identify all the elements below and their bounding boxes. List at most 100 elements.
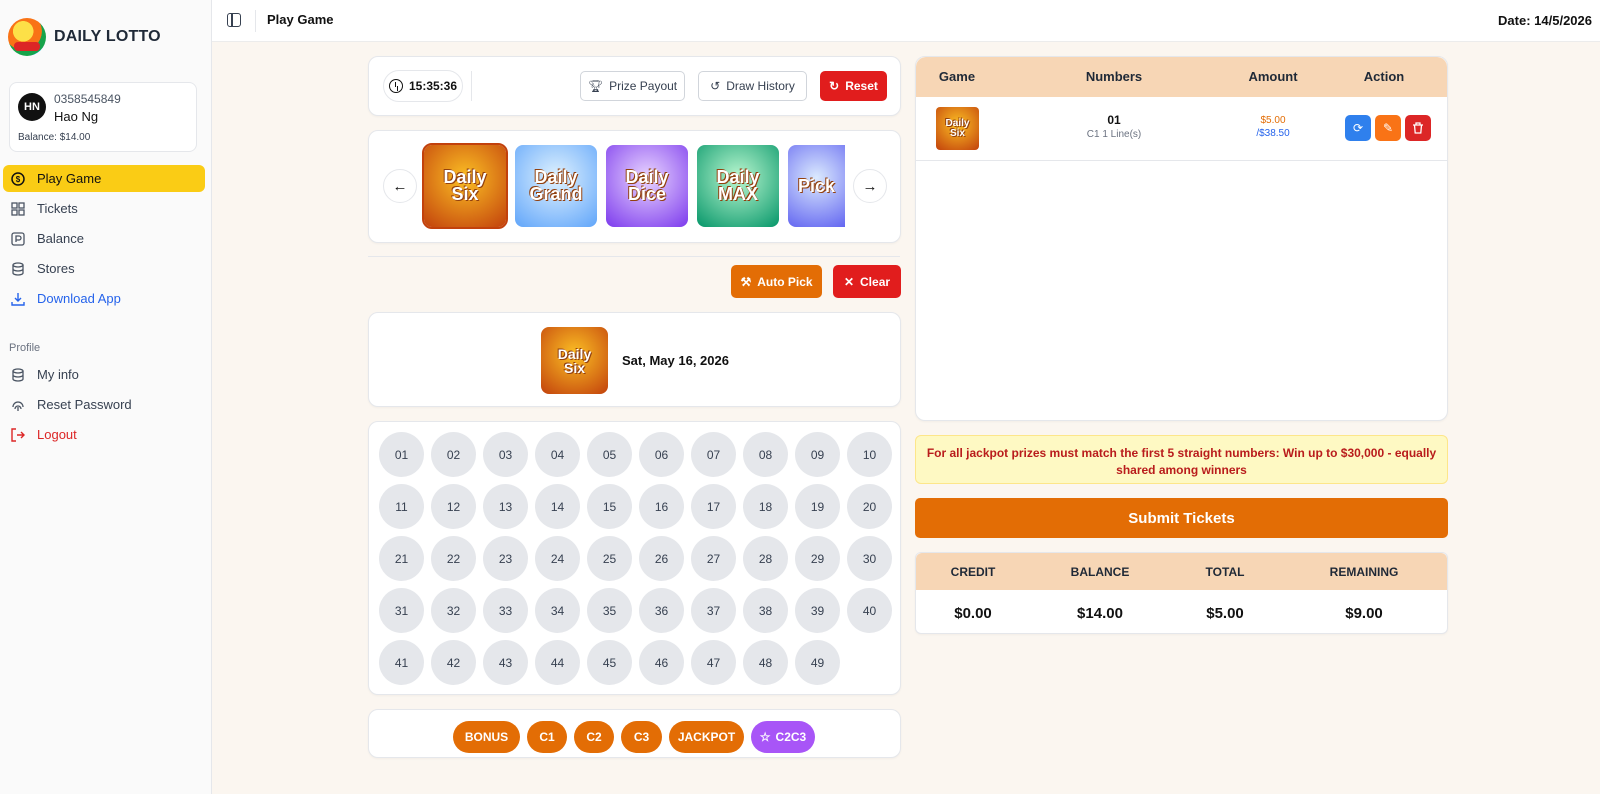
sidebar-item-balance[interactable]: Balance (3, 225, 205, 252)
number-ball[interactable]: 08 (743, 432, 788, 477)
number-ball[interactable]: 04 (535, 432, 580, 477)
sidebar-item-reset-password[interactable]: Reset Password (3, 391, 205, 418)
number-ball[interactable]: 10 (847, 432, 892, 477)
daily-lotto-logo (8, 18, 46, 56)
sidebar-item-play-game[interactable]: $ Play Game (3, 165, 205, 192)
ticket-game-image: Daily Six (936, 107, 979, 150)
bet-type-c2[interactable]: C2 (574, 721, 614, 753)
fingerprint-icon (11, 398, 25, 412)
sidebar-item-logout[interactable]: Logout (3, 421, 205, 448)
number-ball[interactable]: 19 (795, 484, 840, 529)
number-ball[interactable]: 45 (587, 640, 632, 685)
refresh-ticket-button[interactable]: ⟳ (1345, 115, 1371, 141)
bet-type-c3[interactable]: C3 (621, 721, 662, 753)
edit-ticket-button[interactable]: ✎ (1375, 115, 1401, 141)
number-ball[interactable]: 26 (639, 536, 684, 581)
game-tile-daily-six[interactable]: Daily Six (422, 143, 508, 229)
number-ball[interactable]: 03 (483, 432, 528, 477)
number-grid: 01 02 03 04 05 06 07 08 09 10 11 12 13 14 15 16 17 18 19 20… (368, 421, 901, 695)
carousel-next-button[interactable]: → (853, 169, 887, 203)
number-ball[interactable]: 47 (691, 640, 736, 685)
number-ball[interactable]: 07 (691, 432, 736, 477)
prize-payout-button[interactable]: 🏆︎ Prize Payout (580, 71, 685, 101)
delete-ticket-button[interactable] (1405, 115, 1431, 141)
sidebar-item-tickets[interactable]: Tickets (3, 195, 205, 222)
number-ball[interactable]: 01 (379, 432, 424, 477)
auto-pick-button[interactable]: ⚒︎ Auto Pick (731, 265, 822, 298)
number-ball[interactable]: 34 (535, 588, 580, 633)
number-ball[interactable]: 29 (795, 536, 840, 581)
ticket-detail: C1 1 Line(s) (1086, 129, 1142, 140)
number-ball[interactable]: 21 (379, 536, 424, 581)
number-ball[interactable]: 15 (587, 484, 632, 529)
number-ball[interactable]: 49 (795, 640, 840, 685)
number-ball[interactable]: 24 (535, 536, 580, 581)
brand-name: DAILY LOTTO (54, 28, 161, 45)
bet-type-c2c3[interactable]: ☆ C2C3 (751, 721, 815, 753)
number-ball[interactable]: 22 (431, 536, 476, 581)
number-ball[interactable]: 38 (743, 588, 788, 633)
number-ball[interactable]: 39 (795, 588, 840, 633)
ticket-amount-total: /$38.50 (1256, 128, 1290, 139)
number-ball[interactable]: 44 (535, 640, 580, 685)
number-ball[interactable]: 30 (847, 536, 892, 581)
number-ball[interactable]: 06 (639, 432, 684, 477)
game-tile-daily-max[interactable]: Daily MAX (697, 145, 779, 227)
number-ball[interactable]: 32 (431, 588, 476, 633)
summary-header: CREDIT BALANCE TOTAL REMAINING (916, 553, 1447, 590)
close-icon: ✕ (843, 274, 855, 289)
number-ball[interactable]: 27 (691, 536, 736, 581)
bet-type-bonus[interactable]: BONUS (453, 721, 520, 753)
divider (471, 71, 472, 101)
number-ball[interactable]: 18 (743, 484, 788, 529)
number-ball[interactable]: 48 (743, 640, 788, 685)
selected-game-image: Daily Six (541, 327, 608, 394)
sidebar-item-label: Stores (37, 261, 75, 276)
number-ball[interactable]: 41 (379, 640, 424, 685)
number-ball[interactable]: 33 (483, 588, 528, 633)
reset-icon: ↻ (829, 79, 840, 93)
number-ball[interactable]: 36 (639, 588, 684, 633)
number-ball[interactable]: 02 (431, 432, 476, 477)
number-ball[interactable]: 25 (587, 536, 632, 581)
sidebar-item-my-info[interactable]: My info (3, 361, 205, 388)
number-ball[interactable]: 11 (379, 484, 424, 529)
bet-type-jackpot[interactable]: JACKPOT (669, 721, 744, 753)
number-ball[interactable]: 12 (431, 484, 476, 529)
sidebar-toggle-icon[interactable] (227, 13, 241, 27)
number-ball[interactable]: 40 (847, 588, 892, 633)
game-tile-daily-dice[interactable]: Daily Dice (606, 145, 688, 227)
clear-label: Clear (860, 274, 891, 289)
number-ball[interactable]: 17 (691, 484, 736, 529)
brand[interactable]: DAILY LOTTO (8, 18, 161, 56)
number-ball[interactable]: 46 (639, 640, 684, 685)
carousel-prev-button[interactable]: ← (383, 169, 417, 203)
game-tile-label: Pick (797, 175, 836, 196)
number-ball[interactable]: 42 (431, 640, 476, 685)
number-ball[interactable]: 16 (639, 484, 684, 529)
number-ball[interactable]: 35 (587, 588, 632, 633)
draw-history-button[interactable]: ↺ Draw History (698, 71, 807, 101)
number-ball[interactable]: 43 (483, 640, 528, 685)
number-ball[interactable]: 31 (379, 588, 424, 633)
sidebar-item-stores[interactable]: Stores (3, 255, 205, 282)
game-tile-daily-grand[interactable]: Daily Grand (515, 145, 597, 227)
database-icon (11, 261, 25, 276)
number-ball[interactable]: 20 (847, 484, 892, 529)
number-ball[interactable]: 09 (795, 432, 840, 477)
game-tile-label: Daily Six (443, 167, 487, 204)
bet-type-c1[interactable]: C1 (527, 721, 567, 753)
game-tile-pick[interactable]: Pick (788, 145, 845, 227)
balance-value: $14.00 (1077, 605, 1123, 622)
number-ball[interactable]: 37 (691, 588, 736, 633)
number-ball[interactable]: 28 (743, 536, 788, 581)
submit-tickets-button[interactable]: Submit Tickets (915, 498, 1448, 538)
number-ball[interactable]: 14 (535, 484, 580, 529)
number-ball[interactable]: 05 (587, 432, 632, 477)
summary-label: REMAINING (1329, 565, 1399, 579)
number-ball[interactable]: 13 (483, 484, 528, 529)
reset-button[interactable]: ↻ Reset (820, 71, 887, 101)
sidebar-item-download-app[interactable]: Download App (3, 285, 205, 312)
clear-button[interactable]: ✕ Clear (833, 265, 901, 298)
number-ball[interactable]: 23 (483, 536, 528, 581)
